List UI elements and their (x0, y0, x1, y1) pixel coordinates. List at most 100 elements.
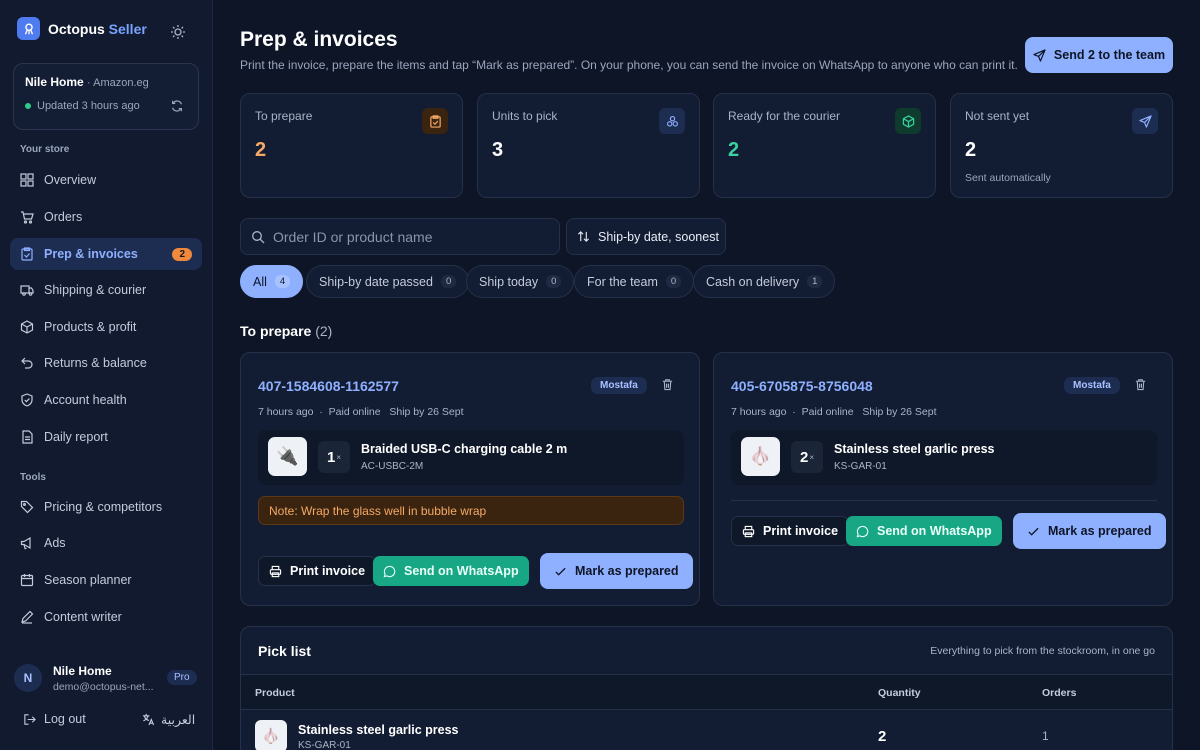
megaphone-icon (20, 536, 34, 550)
app-name: Octopus Seller (48, 20, 147, 37)
sidebar-item-label: Products & profit (44, 320, 137, 334)
search-input[interactable] (273, 228, 543, 245)
order-note: Note: Wrap the glass well in bubble wrap (258, 496, 684, 525)
filter-chip-ship-today[interactable]: Ship today 0 (466, 265, 575, 298)
store-switcher[interactable]: Nile Home · Amazon.eg Updated 3 hours ag… (13, 63, 199, 130)
printer-icon (269, 565, 282, 578)
sidebar-item-season-planner[interactable]: Season planner (10, 564, 202, 596)
sidebar-item-ads[interactable]: Ads (10, 527, 202, 559)
sidebar-item-label: Season planner (44, 573, 132, 587)
sidebar-item-label: Overview (44, 173, 97, 187)
order-id-link[interactable]: 405-6705875-8756048 (731, 378, 873, 394)
item-name: Braided USB-C charging cable 2 m (361, 442, 568, 456)
octopus-logo-icon (17, 17, 40, 40)
logout-icon (23, 713, 36, 726)
sync-status: Updated 3 hours ago (25, 100, 140, 112)
order-meta: 7 hours ago · Paid online Ship by 26 Sep… (731, 406, 937, 418)
sidebar-item-products[interactable]: Products & profit (10, 311, 202, 343)
filter-chip-ship-by-passed[interactable]: Ship-by date passed 0 (306, 265, 470, 298)
assignee-badge: Mostafa (1064, 377, 1120, 394)
sidebar-item-label: Content writer (44, 610, 122, 624)
pen-icon (20, 610, 34, 624)
sidebar-item-content-writer[interactable]: Content writer (10, 601, 202, 633)
column-header-product: Product (255, 687, 295, 699)
user-profile[interactable]: N Nile Home demo@octopus-net... Pro (14, 662, 200, 696)
main-content: Prep & invoices Print the invoice, prepa… (213, 0, 1200, 750)
package-icon (895, 108, 921, 134)
item-name: Stainless steel garlic press (834, 442, 995, 456)
send-whatsapp-button[interactable]: Send on WhatsApp (846, 516, 1002, 546)
trash-icon[interactable] (1134, 378, 1147, 391)
send-icon (1132, 108, 1158, 134)
user-email: demo@octopus-net... (53, 681, 154, 693)
order-card: 405-6705875-8756048 Mostafa 7 hours ago … (713, 352, 1173, 606)
page-title: Prep & invoices (240, 28, 398, 51)
stat-card-units-to-pick: Units to pick 3 (477, 93, 700, 198)
pick-list: Pick list Everything to pick from the st… (240, 626, 1173, 750)
send-icon (1033, 48, 1046, 62)
theme-toggle-sun-icon[interactable] (170, 24, 186, 40)
print-invoice-button[interactable]: Print invoice (258, 556, 377, 586)
brand[interactable]: Octopus Seller (17, 17, 147, 40)
count-badge: 2 (172, 247, 192, 261)
send-to-team-button[interactable]: Send 2 to the team (1025, 37, 1173, 73)
trash-icon[interactable] (661, 378, 674, 391)
clipboard-icon (20, 247, 34, 261)
pick-list-subtitle: Everything to pick from the stockroom, i… (930, 645, 1155, 657)
sort-dropdown[interactable]: Ship-by date, soonest (566, 218, 726, 255)
divider (731, 500, 1157, 501)
sidebar-item-daily-report[interactable]: Daily report (10, 421, 202, 453)
sidebar-item-overview[interactable]: Overview (10, 164, 202, 196)
order-item: 🔌 1 × Braided USB-C charging cable 2 m AC… (258, 430, 684, 485)
search-box[interactable] (240, 218, 560, 255)
refresh-icon[interactable] (170, 99, 184, 113)
sidebar-item-prep-invoices[interactable]: Prep & invoices 2 (10, 238, 202, 270)
return-icon (20, 356, 34, 370)
avatar: N (14, 664, 42, 692)
mark-prepared-button[interactable]: Mark as prepared (540, 553, 693, 589)
stat-card-to-prepare: To prepare 2 (240, 93, 463, 198)
stat-card-ready-for-courier: Ready for the courier 2 (713, 93, 936, 198)
sidebar-item-returns[interactable]: Returns & balance (10, 347, 202, 379)
item-sku: KS-GAR-01 (834, 461, 887, 472)
item-sku: AC-USBC-2M (361, 461, 424, 472)
box-icon (20, 320, 34, 334)
sidebar-item-label: Pricing & competitors (44, 500, 163, 514)
product-thumbnail: 🧄 (255, 720, 287, 750)
sidebar-item-account-health[interactable]: Account health (10, 384, 202, 416)
sidebar-item-shipping[interactable]: Shipping & courier (10, 274, 202, 306)
print-invoice-button[interactable]: Print invoice (731, 516, 850, 546)
item-quantity: 2 × (791, 441, 823, 473)
order-card: 407-1584608-1162577 Mostafa 7 hours ago … (240, 352, 700, 606)
order-item: 🧄 2 × Stainless steel garlic press KS-GAR… (731, 430, 1157, 485)
pick-list-title: Pick list (258, 643, 311, 659)
sort-arrows-icon (577, 230, 590, 243)
filter-chip-for-team[interactable]: For the team 0 (574, 265, 695, 298)
chat-bubble-icon (856, 525, 869, 538)
sort-label: Ship-by date, soonest (598, 229, 719, 244)
logout-button[interactable]: Log out (23, 712, 86, 726)
table-row: 🧄 Stainless steel garlic press KS-GAR-01… (241, 710, 1172, 750)
translate-icon (142, 713, 155, 726)
sidebar-item-orders[interactable]: Orders (10, 201, 202, 233)
order-id-link[interactable]: 407-1584608-1162577 (258, 378, 399, 394)
user-name: Nile Home (53, 664, 112, 678)
check-icon (1027, 525, 1040, 538)
filter-chip-cod[interactable]: Cash on delivery 1 (693, 265, 836, 298)
calendar-icon (20, 573, 34, 587)
shield-icon (20, 393, 34, 407)
mark-prepared-button[interactable]: Mark as prepared (1013, 513, 1166, 549)
sidebar-item-label: Orders (44, 210, 83, 224)
filter-chip-all[interactable]: All 4 (240, 265, 304, 298)
item-quantity: 1 × (318, 441, 350, 473)
language-switch[interactable]: العربية (142, 712, 195, 727)
document-icon (20, 430, 34, 444)
assignee-badge: Mostafa (591, 377, 647, 394)
page-subtitle: Print the invoice, prepare the items and… (240, 58, 1018, 72)
sidebar-item-pricing[interactable]: Pricing & competitors (10, 491, 202, 523)
sidebar-item-label: Returns & balance (44, 356, 147, 370)
section-title: To prepare (2) (240, 323, 333, 339)
send-whatsapp-button[interactable]: Send on WhatsApp (373, 556, 529, 586)
column-header-quantity: Quantity (878, 687, 921, 699)
tag-icon (20, 500, 34, 514)
